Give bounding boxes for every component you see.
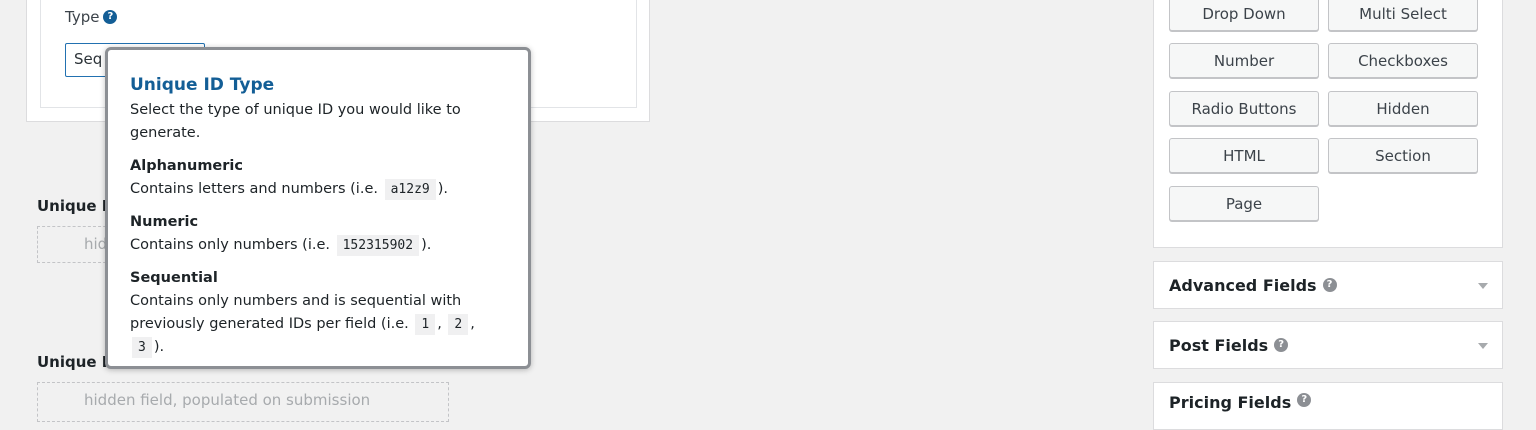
question-circle-icon[interactable]: ? (1322, 278, 1337, 292)
add-drop-down-button[interactable]: Drop Down (1169, 0, 1319, 31)
tooltip-section-title-alphanumeric: Alphanumeric (130, 158, 243, 174)
advanced-fields-accordion[interactable]: Advanced Fields ? (1153, 261, 1503, 309)
tooltip-section-title-sequential: Sequential (130, 270, 218, 286)
caret-down-icon (1478, 343, 1488, 349)
tooltip-section-desc-numeric: Contains only numbers (i.e. 152315902). (130, 234, 506, 257)
post-fields-accordion[interactable]: Post Fields ? (1153, 321, 1503, 369)
type-select-value: Seq (74, 50, 103, 68)
code-example: 1 (415, 314, 436, 335)
add-page-button[interactable]: Page (1169, 186, 1319, 221)
code-example: 2 (448, 314, 469, 335)
question-circle-icon[interactable]: ? (1274, 338, 1289, 352)
code-example: a12z9 (384, 179, 436, 200)
add-section-button[interactable]: Section (1328, 138, 1478, 173)
tooltip-title: Unique ID Type (130, 75, 275, 95)
caret-down-icon (1478, 283, 1488, 289)
field-preview-title-1[interactable]: Unique I (37, 197, 107, 215)
add-html-button[interactable]: HTML (1169, 138, 1319, 173)
add-multi-select-button[interactable]: Multi Select (1328, 0, 1478, 31)
code-example: 152315902 (336, 235, 420, 256)
add-radio-buttons-button[interactable]: Radio Buttons (1169, 91, 1319, 126)
pricing-fields-accordion[interactable]: Pricing Fields ? (1153, 382, 1503, 430)
question-circle-icon[interactable]: ? (103, 10, 118, 24)
tooltip-intro: Select the type of unique ID you would l… (130, 102, 461, 141)
type-setting-label: Type ? (65, 8, 118, 26)
field-preview-title-2[interactable]: Unique I (37, 353, 107, 371)
add-number-button[interactable]: Number (1169, 43, 1319, 78)
tooltip-section-desc-sequential: Contains only numbers and is sequential … (130, 290, 506, 359)
add-hidden-button[interactable]: Hidden (1328, 91, 1478, 126)
question-circle-icon[interactable]: ? (1297, 393, 1312, 407)
add-checkboxes-button[interactable]: Checkboxes (1328, 43, 1478, 78)
tooltip-section-desc-alphanumeric: Contains letters and numbers (i.e. a12z9… (130, 178, 506, 201)
tooltip-section-title-numeric: Numeric (130, 214, 199, 230)
code-example: 3 (132, 337, 152, 358)
accordion-label: Post Fields (1169, 335, 1269, 355)
type-label-text: Type (65, 8, 100, 26)
accordion-label: Advanced Fields (1169, 275, 1317, 295)
accordion-label: Pricing Fields (1169, 393, 1292, 412)
unique-id-type-tooltip: Unique ID Type Select the type of unique… (105, 47, 531, 369)
field-preview-placeholder-2[interactable]: hidden field, populated on submission (37, 382, 449, 422)
